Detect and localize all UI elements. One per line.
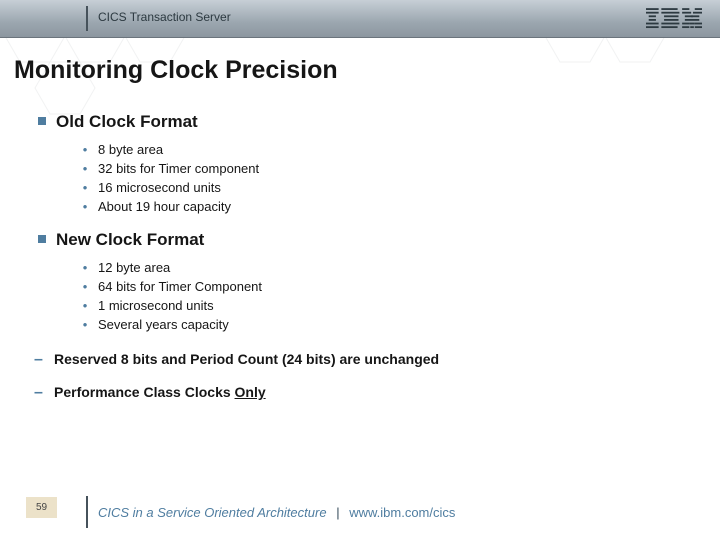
page-number: 59 bbox=[26, 497, 57, 518]
note-text: Reserved 8 bits and Period Count (24 bit… bbox=[54, 348, 439, 370]
bullet-dot-icon: • bbox=[80, 178, 90, 197]
header-product-name: CICS Transaction Server bbox=[98, 10, 231, 24]
ibm-logo bbox=[646, 8, 702, 35]
bullet-dot-icon: • bbox=[80, 140, 90, 159]
item-text: Several years capacity bbox=[98, 315, 229, 334]
section-old-clock: Old Clock Format • 8 byte area • 32 bits f… bbox=[38, 112, 700, 216]
bullet-dot-icon: • bbox=[80, 159, 90, 178]
list-item: • 16 microsecond units bbox=[80, 178, 700, 197]
footer-divider bbox=[86, 496, 88, 528]
list-item: • 12 byte area bbox=[80, 258, 700, 277]
bullet-dot-icon: • bbox=[80, 197, 90, 216]
bullet-dot-icon: • bbox=[80, 315, 90, 334]
footer-separator-icon: | bbox=[336, 505, 339, 520]
content-area: Old Clock Format • 8 byte area • 32 bits f… bbox=[38, 112, 700, 404]
bullet-dot-icon: • bbox=[80, 258, 90, 277]
slide: CICS Transaction Server bbox=[0, 0, 720, 540]
section-items: • 8 byte area • 32 bits for Timer componen… bbox=[80, 140, 700, 216]
page-title: Monitoring Clock Precision bbox=[14, 56, 338, 85]
footer-tagline: CICS in a Service Oriented Architecture bbox=[98, 505, 327, 520]
list-item: • 1 microsecond units bbox=[80, 296, 700, 315]
section-items: • 12 byte area • 64 bits for Timer Compone… bbox=[80, 258, 700, 334]
item-text: 32 bits for Timer component bbox=[98, 159, 259, 178]
list-item: • 8 byte area bbox=[80, 140, 700, 159]
list-item: • 64 bits for Timer Component bbox=[80, 277, 700, 296]
note-reserved: – Reserved 8 bits and Period Count (24 b… bbox=[34, 348, 700, 371]
bullet-dot-icon: • bbox=[80, 296, 90, 315]
footer: 59 CICS in a Service Oriented Architectu… bbox=[0, 488, 720, 540]
section-heading-text: Old Clock Format bbox=[56, 112, 198, 132]
item-text: 12 byte area bbox=[98, 258, 170, 277]
note-tail: Only bbox=[235, 384, 266, 400]
list-item: • 32 bits for Timer component bbox=[80, 159, 700, 178]
header-bar: CICS Transaction Server bbox=[0, 0, 720, 38]
header-divider bbox=[86, 6, 88, 31]
note-prefix: Performance Class Clocks bbox=[54, 384, 235, 400]
item-text: 16 microsecond units bbox=[98, 178, 221, 197]
section-heading: Old Clock Format bbox=[38, 112, 700, 132]
section-new-clock: New Clock Format • 12 byte area • 64 bits … bbox=[38, 230, 700, 334]
footer-text: CICS in a Service Oriented Architecture … bbox=[98, 505, 455, 520]
list-item: • Several years capacity bbox=[80, 315, 700, 334]
bullet-dot-icon: • bbox=[80, 277, 90, 296]
note-text: Performance Class Clocks Only bbox=[54, 381, 266, 403]
item-text: 8 byte area bbox=[98, 140, 163, 159]
note-performance: – Performance Class Clocks Only bbox=[34, 381, 700, 404]
section-heading-text: New Clock Format bbox=[56, 230, 204, 250]
dash-bullet-icon: – bbox=[34, 382, 44, 404]
square-bullet-icon bbox=[38, 235, 46, 243]
square-bullet-icon bbox=[38, 117, 46, 125]
footer-site: www.ibm.com/cics bbox=[349, 505, 455, 520]
item-text: 64 bits for Timer Component bbox=[98, 277, 262, 296]
list-item: • About 19 hour capacity bbox=[80, 197, 700, 216]
item-text: 1 microsecond units bbox=[98, 296, 214, 315]
dash-bullet-icon: – bbox=[34, 349, 44, 371]
section-heading: New Clock Format bbox=[38, 230, 700, 250]
item-text: About 19 hour capacity bbox=[98, 197, 231, 216]
